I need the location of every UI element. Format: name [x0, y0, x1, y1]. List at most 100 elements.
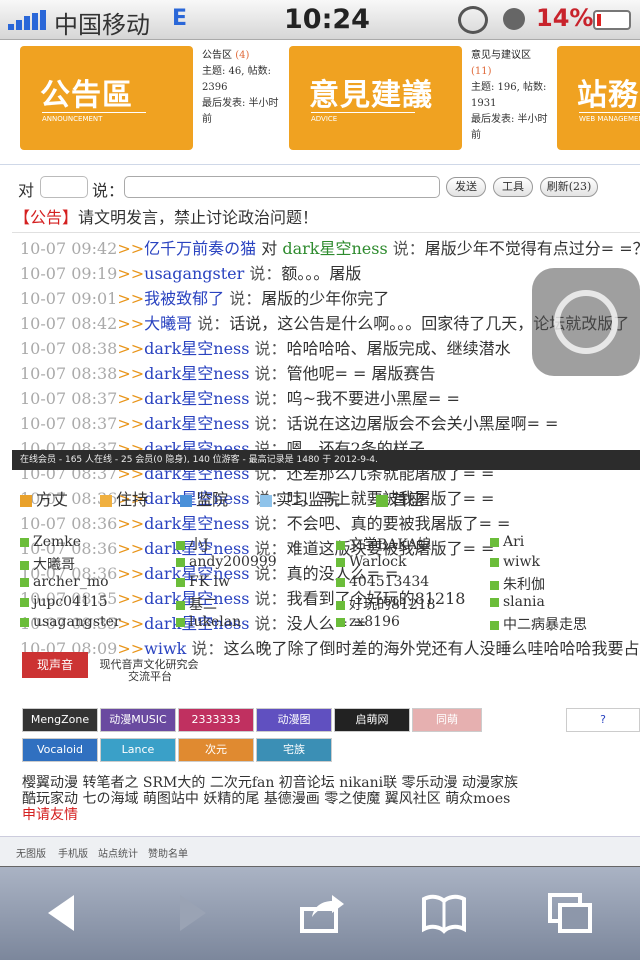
friend-links-row-2[interactable]: 酷玩家动 七の海域 萌图站中 妖精的尾 基德漫画 零之使魔 翼风社区 萌众moe…: [22, 788, 510, 808]
shout-message: 10-07 08:37>>dark星空ness 说：呜~我不要进小黑屋= =: [20, 386, 460, 411]
carrier-name: 中国移动: [54, 11, 150, 39]
message-said: 说：: [387, 239, 425, 258]
message-user[interactable]: dark星空ness: [144, 389, 249, 408]
role-label: 首座: [392, 490, 425, 509]
page-footer: 无图版 手机版 站点统计 赞助名单: [0, 836, 640, 866]
message-user[interactable]: 大曦哥: [144, 314, 192, 333]
message-user[interactable]: 亿千万前奏の猫: [144, 239, 256, 258]
role-color-icon: [100, 494, 112, 507]
friend-link-banner[interactable]: 启萌网: [334, 708, 410, 732]
share-icon: [300, 895, 344, 933]
message-text: 呜~我不要进小黑屋= =: [286, 389, 460, 408]
footer-link[interactable]: 赞助名单: [148, 845, 188, 860]
online-user[interactable]: 基二: [176, 594, 217, 614]
friend-link-banner[interactable]: ?: [566, 708, 640, 732]
shout-message: 10-07 08:38>>dark星空ness 说：哈哈哈哈、屠版完成、继续潜水: [20, 336, 511, 361]
online-user[interactable]: zx8196: [336, 614, 400, 630]
friend-link-banner[interactable]: 同萌: [412, 708, 482, 732]
role-color-icon: [20, 494, 32, 507]
online-user[interactable]: 大曦哥: [20, 554, 75, 574]
back-button[interactable]: [40, 891, 88, 935]
assistive-touch-button[interactable]: [532, 268, 640, 376]
online-user[interactable]: andy200999: [176, 554, 277, 570]
to-input[interactable]: [40, 176, 88, 198]
online-user[interactable]: slania: [490, 594, 545, 610]
message-user[interactable]: 我被致郁了: [144, 289, 224, 308]
message-said: 说：: [249, 414, 287, 433]
site-name[interactable]: 现声音 现代音声文化研究会 交流平台: [22, 652, 199, 683]
friend-link-banner[interactable]: 宅族: [256, 738, 332, 762]
online-user[interactable]: 中二病暴走思: [490, 614, 587, 634]
role-legend-item: 方丈: [20, 486, 68, 510]
share-button[interactable]: [298, 891, 346, 935]
forum-name[interactable]: 公告区: [202, 50, 232, 61]
banner-subtitle: ADVICE: [311, 112, 415, 123]
footer-link[interactable]: 无图版: [16, 845, 46, 860]
message-input[interactable]: [124, 176, 440, 198]
friend-link-banner[interactable]: 动漫图: [256, 708, 332, 732]
message-user[interactable]: dark星空ness: [144, 364, 249, 383]
forum-management-banner[interactable]: 站務 WEB MANAGEMENT: [557, 46, 640, 150]
friend-link-banner[interactable]: 次元: [178, 738, 254, 762]
forum-last-post: 最后发表: 半小时前: [202, 98, 279, 125]
online-user[interactable]: 404513434: [336, 574, 429, 590]
message-user[interactable]: dark星空ness: [144, 414, 249, 433]
online-user[interactable]: jupc04115: [20, 594, 108, 610]
message-user[interactable]: usagangster: [144, 264, 244, 283]
shout-message: 10-07 09:19>>usagangster 说：额。。。屠版: [20, 261, 361, 286]
message-said: 说：: [244, 264, 282, 283]
friend-link-banner[interactable]: Vocaloid China Fans: [22, 738, 98, 762]
send-button[interactable]: 发送: [446, 177, 486, 197]
alarm-icon: [503, 8, 525, 30]
message-text: 屠版少年不觉得有点过分= =？: [424, 239, 640, 258]
friend-link-banner[interactable]: MengZone: [22, 708, 98, 732]
clock: 10:24: [284, 4, 370, 35]
friend-link-banner[interactable]: 动漫MUSIC: [100, 708, 176, 732]
online-user[interactable]: usagangster: [20, 614, 121, 630]
online-user[interactable]: 好玩的81218: [336, 594, 436, 614]
message-time: 10-07 08:38: [20, 364, 118, 383]
forward-arrow-icon: [180, 895, 206, 931]
message-time: 10-07 08:42: [20, 314, 118, 333]
footer-link[interactable]: 站点统计: [98, 845, 138, 860]
refresh-button[interactable]: 刷新(23): [540, 177, 598, 197]
online-user[interactable]: wiwk: [490, 554, 540, 570]
message-time: 10-07 08:38: [20, 339, 118, 358]
message-text: 管他呢= = 屠版赛告: [286, 364, 436, 383]
to-label: 对: [18, 181, 35, 200]
online-user[interactable]: FK lw: [176, 574, 230, 590]
forum-advice-banner[interactable]: 意見建議 ADVICE: [289, 46, 462, 150]
apply-link[interactable]: 申请友情: [22, 804, 78, 824]
divider: [12, 232, 640, 233]
message-target-user[interactable]: dark星空ness: [282, 239, 387, 258]
message-user[interactable]: dark星空ness: [144, 514, 249, 533]
tabs-button[interactable]: [546, 891, 594, 935]
online-user[interactable]: Ari: [490, 534, 524, 550]
online-user[interactable]: Warlock: [336, 554, 406, 570]
online-user[interactable]: archer_mo: [20, 574, 109, 590]
message-to: 对: [256, 239, 283, 258]
online-user[interactable]: 小J: [176, 534, 209, 554]
friend-link-banner[interactable]: Lance: [100, 738, 176, 762]
forum-name[interactable]: 意见与建议区: [471, 50, 531, 61]
forum-announcement-banner[interactable]: 公告區 ANNOUNCEMENT: [20, 46, 193, 150]
online-user[interactable]: 朱利伽: [490, 574, 545, 594]
bookmarks-button[interactable]: [420, 891, 468, 935]
web-page: 公告區 ANNOUNCEMENT 公告区 (4) 主题: 46, 帖数: 239…: [0, 40, 640, 866]
footer-link[interactable]: 手机版: [58, 845, 88, 860]
message-said: 说：: [249, 589, 287, 608]
message-arrow: >>: [117, 289, 145, 308]
message-said: 说：: [224, 289, 262, 308]
online-user[interactable]: 文学BAKA娘: [336, 534, 431, 554]
message-arrow: >>: [117, 314, 145, 333]
network-type: E: [172, 6, 188, 31]
friend-link-banner[interactable]: 2333333: [178, 708, 254, 732]
tools-button[interactable]: 工具: [493, 177, 533, 197]
forward-button[interactable]: [168, 891, 216, 935]
message-user[interactable]: dark星空ness: [144, 339, 249, 358]
forum-stats: 主题: 46, 帖数: 2396: [202, 66, 271, 93]
online-user[interactable]: Zemke: [20, 534, 81, 550]
forum-list: 公告區 ANNOUNCEMENT 公告区 (4) 主题: 46, 帖数: 239…: [0, 40, 640, 164]
online-user[interactable]: lukelan: [176, 614, 241, 630]
shout-message: 10-07 09:01>>我被致郁了 说：屠版的少年你完了: [20, 286, 389, 311]
